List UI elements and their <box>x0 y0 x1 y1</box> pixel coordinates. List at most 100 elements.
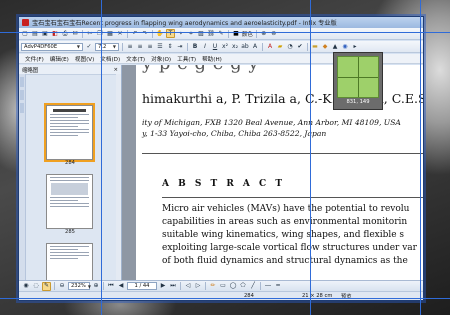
align-left-icon[interactable]: ≡ <box>126 43 134 51</box>
ellipse-icon[interactable]: ◯ <box>229 282 237 290</box>
bold-icon[interactable]: B <box>191 43 199 51</box>
zoom-in-icon[interactable]: ⊕ <box>92 282 100 290</box>
crop-tool-icon[interactable]: ⌗ <box>187 30 195 38</box>
rectangle-icon[interactable]: ▭ <box>219 282 227 290</box>
menu-text[interactable]: 文本(T) <box>126 55 145 63</box>
char-spacing-icon[interactable]: A <box>251 43 259 51</box>
font-settings-icon[interactable]: ✓ <box>85 43 93 51</box>
strikethrough-icon[interactable]: ab <box>241 43 249 51</box>
folder-icon[interactable]: ▬ <box>311 43 319 51</box>
link-icon[interactable]: ▸ <box>351 43 359 51</box>
magnifier-widget[interactable]: 831, 149 <box>333 52 383 110</box>
copy-icon[interactable]: ❐ <box>96 30 104 38</box>
menu-tools[interactable]: 工具(T) <box>177 55 196 63</box>
body-text-line[interactable]: of both fluid dynamics and structural dy… <box>162 256 408 266</box>
text-tool-icon[interactable]: T <box>166 29 175 38</box>
indent-icon[interactable]: ⇥ <box>176 43 184 51</box>
body-text-line[interactable]: capabilities in areas such as environmen… <box>162 217 407 227</box>
new-file-icon[interactable]: ▢ <box>21 30 29 38</box>
thumbnail-text-line <box>50 132 89 133</box>
chat-icon[interactable]: ◌ <box>32 282 40 290</box>
print-icon[interactable]: ⎙ <box>61 30 69 38</box>
polygon-icon[interactable]: ⬠ <box>239 282 247 290</box>
color-label[interactable]: 颜色 <box>242 30 253 38</box>
close-icon[interactable]: × <box>113 67 118 73</box>
font-name-select[interactable]: AdvP4DF60E ▼ <box>21 42 83 51</box>
subscript-icon[interactable]: x₂ <box>231 43 239 51</box>
toolbar-separator <box>262 42 263 51</box>
zoom-out-icon[interactable]: ⊖ <box>58 282 66 290</box>
save-icon[interactable]: ▣ <box>41 30 49 38</box>
attach-icon[interactable]: ◉ <box>341 43 349 51</box>
text-color-icon[interactable]: A <box>266 43 274 51</box>
line-style-icon[interactable]: ― <box>264 282 272 290</box>
affiliation-line[interactable]: ity of Michigan, FXB 1320 Beal Avenue, A… <box>142 118 401 127</box>
email-icon[interactable]: ✉ <box>71 30 79 38</box>
spell-check-icon[interactable]: ✔ <box>296 43 304 51</box>
thumbnails-scrollbar[interactable] <box>116 74 121 280</box>
comment-icon[interactable]: ◆ <box>321 43 329 51</box>
align-justify-icon[interactable]: ☰ <box>156 43 164 51</box>
first-page-icon[interactable]: ⏮ <box>107 282 115 290</box>
menu-file[interactable]: 文件(F) <box>25 55 44 63</box>
delete-icon[interactable]: ✕ <box>116 30 124 38</box>
thumbnail-text-line <box>50 123 89 124</box>
stamp-icon[interactable]: ▲ <box>331 43 339 51</box>
next-page-icon[interactable]: ▶ <box>159 282 167 290</box>
menu-help[interactable]: 帮助(H) <box>202 55 222 63</box>
forward-icon[interactable]: ▷ <box>194 282 202 290</box>
redo-icon[interactable]: ↷ <box>141 30 149 38</box>
pdf-icon[interactable]: ◧ <box>51 30 59 38</box>
affiliation-line[interactable]: y, 1-33 Yayoi-cho, Chiba, Chiba 263-8522… <box>142 129 326 138</box>
pencil-icon[interactable]: ✏ <box>209 282 217 290</box>
page-thumbnail[interactable] <box>46 243 93 282</box>
page-thumbnail[interactable] <box>46 174 93 229</box>
link-tool-icon[interactable]: ⛓ <box>207 30 215 38</box>
back-icon[interactable]: ◁ <box>184 282 192 290</box>
font-size-select[interactable]: 7.2 ▼ <box>95 42 119 51</box>
line-weight-icon[interactable]: ━ <box>274 282 282 290</box>
prev-page-icon[interactable]: ◀ <box>117 282 125 290</box>
hand-tool-icon[interactable]: ✋ <box>156 30 164 38</box>
open-folder-icon[interactable]: ▤ <box>31 30 39 38</box>
select-tool-icon[interactable]: ⌖ <box>177 30 185 38</box>
superscript-icon[interactable]: x² <box>221 43 229 51</box>
eye-icon[interactable]: ◉ <box>22 282 30 290</box>
color-swatch-icon[interactable]: ■ <box>232 30 240 38</box>
underline-icon[interactable]: U <box>211 43 219 51</box>
zoom-in-icon[interactable]: ⊕ <box>260 30 268 38</box>
abstract-heading[interactable]: A B S T R A C T <box>162 179 285 189</box>
italic-icon[interactable]: I <box>201 43 209 51</box>
main-toolbar: ▢ ▤ ▣ ◧ ⎙ ✉ ✂ ❐ ▦ ✕ ↶ ↷ ✋ T ⌖ ⌗ ▨ ⛓ ✎ ■ … <box>19 28 423 40</box>
body-text-line[interactable]: Micro air vehicles (MAVs) have the poten… <box>162 204 409 214</box>
side-tab-bookmarks[interactable] <box>20 90 24 100</box>
zoom-out-icon[interactable]: ⊖ <box>270 30 278 38</box>
menu-edit[interactable]: 编辑(E) <box>50 55 69 63</box>
fill-icon[interactable]: ◔ <box>286 43 294 51</box>
side-tab-thumbnails[interactable] <box>20 77 24 87</box>
menu-view[interactable]: 视图(V) <box>75 55 94 63</box>
cut-icon[interactable]: ✂ <box>86 30 94 38</box>
body-text-line[interactable]: suitable wing kinematics, wing shapes, a… <box>162 230 404 240</box>
body-text-line[interactable]: exploiting large-scale vortical flow str… <box>162 243 417 253</box>
image-tool-icon[interactable]: ▨ <box>197 30 205 38</box>
page-thumbnail[interactable] <box>44 103 95 162</box>
paste-icon[interactable]: ▦ <box>106 30 114 38</box>
thumbnail-text-line <box>50 120 89 121</box>
thumbnail-text-line <box>50 203 89 204</box>
last-page-icon[interactable]: ⏭ <box>169 282 177 290</box>
highlight-icon[interactable]: ▰ <box>276 43 284 51</box>
align-center-icon[interactable]: ≡ <box>136 43 144 51</box>
zoom-select[interactable]: 232% ▼ <box>68 282 91 290</box>
menu-document[interactable]: 文档(D) <box>100 55 120 63</box>
edit-icon[interactable]: ✎ <box>42 281 51 291</box>
line-icon[interactable]: ╱ <box>249 282 257 290</box>
align-right-icon[interactable]: ≡ <box>146 43 154 51</box>
page-number-field[interactable]: 1 / 44 <box>127 282 157 290</box>
undo-icon[interactable]: ↶ <box>131 30 139 38</box>
title-bar[interactable]: 宝石宝石宝石宝石Recent progress in flapping wing… <box>19 17 423 28</box>
line-spacing-icon[interactable]: ⇕ <box>166 43 174 51</box>
side-tab-attachments[interactable] <box>20 103 24 113</box>
note-tool-icon[interactable]: ✎ <box>217 30 225 38</box>
menu-object[interactable]: 对象(O) <box>151 55 171 63</box>
